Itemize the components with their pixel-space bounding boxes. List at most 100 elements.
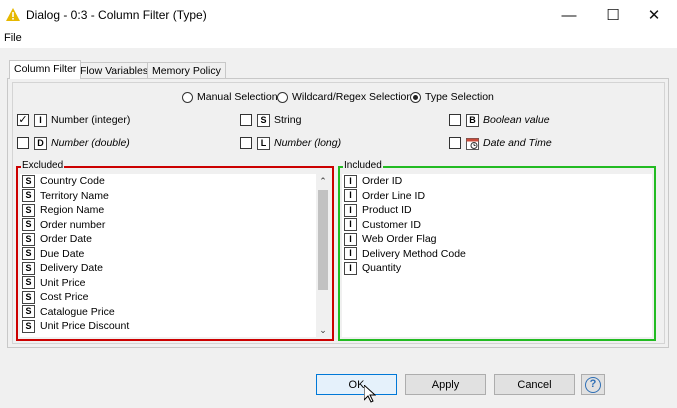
list-item[interactable]: S Catalogue Price [20,305,330,320]
type-label: Number (long) [274,137,342,149]
list-item[interactable]: I Product ID [342,203,652,218]
list-item-label: Quantity [362,262,402,275]
list-item-label: Product ID [362,204,412,217]
string-type-icon: S [22,203,35,217]
string-type-icon: S [22,290,35,304]
tab-memory-policy[interactable]: Memory Policy [147,62,226,79]
list-item[interactable]: I Web Order Flag [342,232,652,247]
list-item-label: Order number [40,218,106,231]
integer-type-icon: I [344,232,357,246]
list-item-label: Territory Name [40,189,109,202]
scroll-thumb[interactable] [318,190,328,290]
ok-button[interactable]: OK [316,374,397,395]
checkbox[interactable] [449,114,461,126]
list-item[interactable]: I Customer ID [342,218,652,233]
list-item-label: Due Date [40,247,85,260]
list-item-label: Cost Price [40,291,89,304]
list-item[interactable]: S Cost Price [20,290,330,305]
apply-button[interactable]: Apply [405,374,486,395]
list-item[interactable]: S Territory Name [20,189,330,204]
list-item[interactable]: I Order ID [342,174,652,189]
help-icon: ? [585,376,601,393]
included-title: Included [343,160,383,171]
title-bar: Dialog - 0:3 - Column Filter (Type) — ☐ … [0,0,677,30]
list-item[interactable]: S Order number [20,218,330,233]
checkbox[interactable] [17,137,29,149]
mouse-cursor-icon [364,385,376,403]
checkbox[interactable] [449,137,461,149]
list-item[interactable]: I Delivery Method Code [342,247,652,262]
close-button[interactable]: ✕ [631,0,677,30]
list-item[interactable]: S Unit Price Discount [20,319,330,334]
list-item-label: Country Code [40,175,105,188]
string-type-icon: S [22,218,35,232]
included-panel: Included I Order ID I Order Line ID I Product… [338,160,656,341]
excluded-list[interactable]: S Country Code S Territory Name S Region Name… [20,174,330,337]
string-type-icon: S [22,319,35,333]
date-time-icon [466,137,479,150]
radio-button[interactable] [182,91,193,103]
type-label: String [274,114,302,126]
tab-column-filter[interactable]: Column Filter [9,60,82,79]
radio-type-selection[interactable]: Type Selection [410,90,494,104]
menu-file[interactable]: File [4,32,22,44]
list-item[interactable]: I Order Line ID [342,189,652,204]
radio-button-selected[interactable] [410,91,421,103]
type-option-boolean[interactable]: B Boolean value [449,113,550,127]
help-button[interactable]: ? [581,374,605,395]
list-item[interactable]: S Delivery Date [20,261,330,276]
cancel-button[interactable]: Cancel [494,374,575,395]
type-option-integer[interactable]: ✓ I Number (integer) [17,113,130,127]
list-item[interactable]: S Unit Price [20,276,330,291]
type-option-datetime[interactable]: Date and Time [449,136,552,150]
list-item-label: Web Order Flag [362,233,437,246]
integer-type-icon: I [344,174,357,188]
string-type-icon: S [22,232,35,246]
list-item-label: Order Date [40,233,92,246]
type-label: Number (integer) [51,114,131,126]
list-item-label: Delivery Date [40,262,104,275]
long-type-icon: L [257,136,270,150]
excluded-scrollbar[interactable]: ⌃ ⌄ [316,174,330,337]
integer-type-icon: I [344,247,357,261]
checkbox[interactable] [240,114,252,126]
integer-type-icon: I [344,189,357,203]
radio-label: Wildcard/Regex Selection [292,91,413,103]
list-item-label: Order ID [362,175,403,188]
list-item-label: Region Name [40,204,105,217]
list-item[interactable]: S Due Date [20,247,330,262]
type-option-double[interactable]: D Number (double) [17,136,130,150]
type-label: Date and Time [483,137,552,149]
radio-wildcard-selection[interactable]: Wildcard/Regex Selection [277,90,412,104]
integer-type-icon: I [344,218,357,232]
list-item[interactable]: S Country Code [20,174,330,189]
integer-type-icon: I [344,261,357,275]
radio-label: Manual Selection [197,91,278,103]
list-item[interactable]: S Region Name [20,203,330,218]
checkbox[interactable] [240,137,252,149]
string-type-icon: S [22,247,35,261]
list-item-label: Catalogue Price [40,305,115,318]
string-type-icon: S [22,189,35,203]
type-label: Boolean value [483,114,550,126]
tab-flow-variables[interactable]: Flow Variables [75,62,154,79]
boolean-type-icon: B [466,113,479,127]
list-item-label: Customer ID [362,218,421,231]
excluded-title: Excluded [21,160,65,171]
scroll-down-arrow-icon[interactable]: ⌄ [316,323,330,337]
included-list[interactable]: I Order ID I Order Line ID I Product ID I Custo… [342,174,652,337]
maximize-button[interactable]: ☐ [590,0,636,30]
integer-type-icon: I [34,113,47,127]
list-item[interactable]: I Quantity [342,261,652,276]
type-option-long[interactable]: L Number (long) [240,136,341,150]
radio-manual-selection[interactable]: Manual Selection [182,90,278,104]
scroll-up-arrow-icon[interactable]: ⌃ [316,174,330,188]
type-option-string[interactable]: S String [240,113,301,127]
string-type-icon: S [22,174,35,188]
checkbox-checked[interactable]: ✓ [17,114,29,126]
double-type-icon: D [34,136,47,150]
list-item[interactable]: S Order Date [20,232,330,247]
minimize-button[interactable]: — [546,0,592,30]
window-title: Dialog - 0:3 - Column Filter (Type) [26,8,207,22]
radio-button[interactable] [277,91,288,103]
